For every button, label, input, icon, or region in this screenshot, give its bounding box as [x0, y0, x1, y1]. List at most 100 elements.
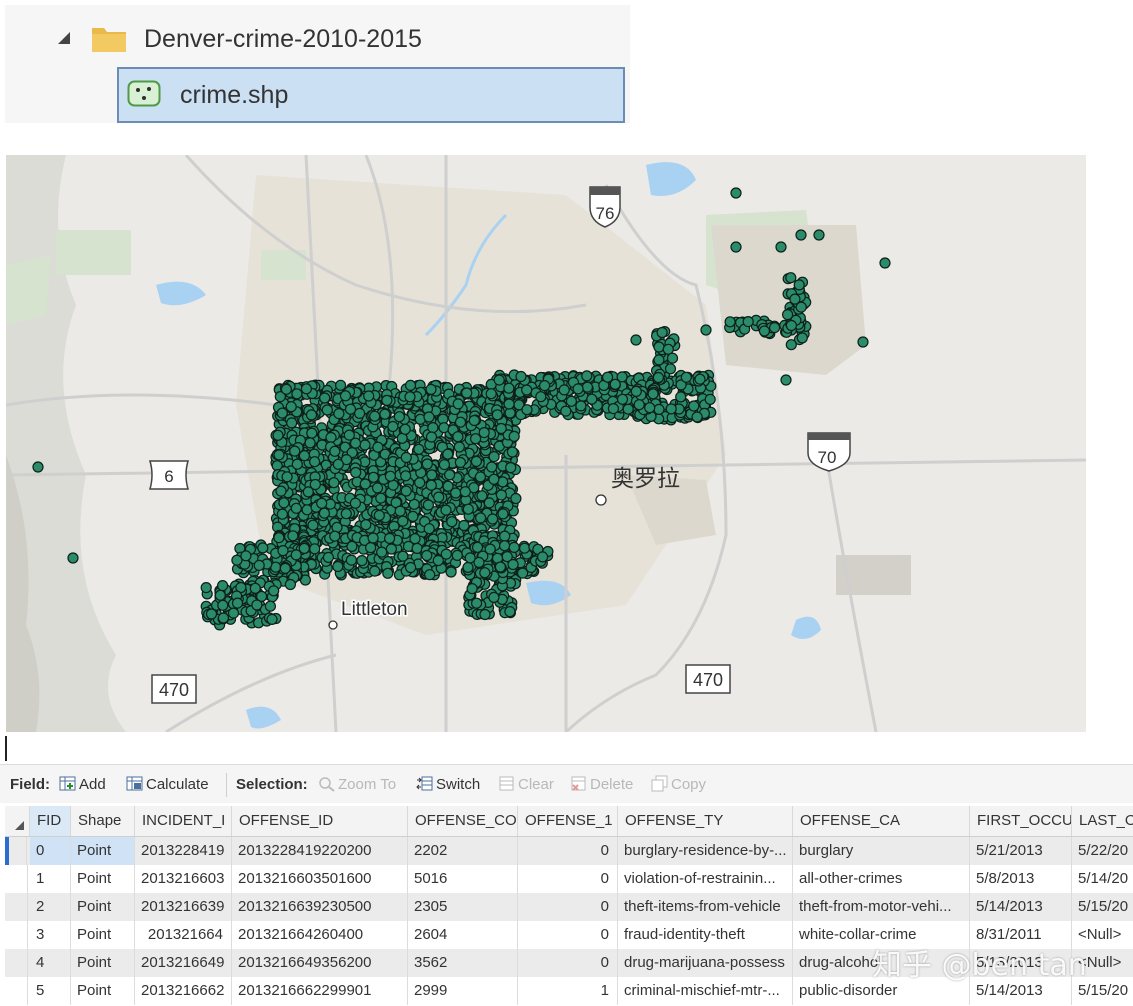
- crime-point[interactable]: [691, 411, 703, 423]
- crime-point[interactable]: [515, 370, 527, 383]
- cell-first-occurrence[interactable]: 5/8/2013: [970, 865, 1072, 893]
- cell-offense-type[interactable]: criminal-mischief-mtr-...: [618, 977, 793, 1005]
- crime-point[interactable]: [273, 449, 285, 461]
- column-header-last-occurrence[interactable]: LAST_O: [1072, 806, 1133, 836]
- crime-point[interactable]: [485, 388, 497, 400]
- crime-point[interactable]: [251, 599, 263, 611]
- crime-point[interactable]: [700, 324, 712, 336]
- crime-point[interactable]: [495, 422, 507, 435]
- cell-offense-1[interactable]: 0: [518, 949, 618, 977]
- crime-point[interactable]: [394, 505, 406, 517]
- cell-offense-1[interactable]: 1: [518, 977, 618, 1005]
- crime-point[interactable]: [363, 390, 375, 402]
- crime-point[interactable]: [730, 187, 742, 199]
- crime-point[interactable]: [365, 542, 377, 554]
- crime-point[interactable]: [284, 578, 296, 591]
- crime-point[interactable]: [785, 339, 797, 351]
- cell-offense-id[interactable]: 2013216649356200: [232, 949, 408, 977]
- delete-button[interactable]: Delete: [570, 775, 633, 795]
- cell-offense-id[interactable]: 2013216639230500: [232, 893, 408, 921]
- crime-point[interactable]: [316, 497, 328, 509]
- cell-offense-type[interactable]: burglary-residence-by-...: [618, 837, 793, 865]
- crime-point[interactable]: [425, 479, 437, 491]
- crime-point[interactable]: [499, 530, 511, 542]
- crime-point[interactable]: [423, 411, 435, 423]
- cell-offense-type[interactable]: fraud-identity-theft: [618, 921, 793, 949]
- crime-point[interactable]: [339, 390, 352, 402]
- zoom-to-button[interactable]: Zoom To: [318, 775, 396, 795]
- crime-point[interactable]: [471, 541, 484, 553]
- cell-offense-id[interactable]: 2013216603501600: [232, 865, 408, 893]
- crime-point[interactable]: [474, 471, 486, 483]
- crime-point[interactable]: [214, 589, 226, 601]
- copy-button[interactable]: Copy: [651, 775, 706, 795]
- crime-point[interactable]: [356, 555, 368, 567]
- crime-point[interactable]: [479, 567, 491, 579]
- column-header-shape[interactable]: Shape: [71, 806, 135, 836]
- cell-offense-code[interactable]: 2305: [408, 893, 518, 921]
- crime-point[interactable]: [768, 322, 781, 334]
- crime-point[interactable]: [309, 543, 321, 555]
- crime-point[interactable]: [381, 394, 393, 406]
- cell-offense-id[interactable]: 2013228419220200: [232, 837, 408, 865]
- crime-point[interactable]: [423, 523, 435, 535]
- crime-point[interactable]: [488, 473, 500, 485]
- cell-fid[interactable]: 3: [30, 921, 71, 949]
- crime-point[interactable]: [581, 381, 594, 393]
- crime-point[interactable]: [399, 423, 411, 435]
- crime-point[interactable]: [384, 470, 396, 482]
- crime-point[interactable]: [231, 597, 244, 609]
- crime-point[interactable]: [67, 552, 79, 564]
- column-header-offense-id[interactable]: OFFENSE_ID: [232, 806, 408, 836]
- crime-point[interactable]: [205, 608, 218, 620]
- crime-point[interactable]: [452, 398, 464, 410]
- cell-incident-id[interactable]: 2013216662: [135, 977, 232, 1005]
- crime-point[interactable]: [796, 332, 808, 344]
- cell-incident-id[interactable]: 2013228419: [135, 837, 232, 865]
- select-all-corner[interactable]: [5, 806, 30, 836]
- crime-point[interactable]: [505, 462, 517, 474]
- cell-fid[interactable]: 1: [30, 865, 71, 893]
- crime-point[interactable]: [266, 613, 278, 625]
- crime-point[interactable]: [405, 561, 417, 574]
- crime-point[interactable]: [504, 606, 516, 618]
- crime-point[interactable]: [653, 403, 665, 415]
- crime-point[interactable]: [332, 560, 344, 573]
- column-header-first-occurrence[interactable]: FIRST_OCCU: [970, 806, 1072, 836]
- crime-point[interactable]: [633, 399, 645, 411]
- crime-point[interactable]: [384, 532, 396, 544]
- row-header[interactable]: [5, 837, 27, 865]
- cell-offense-category[interactable]: theft-from-motor-vehi...: [793, 893, 970, 921]
- cell-fid[interactable]: 5: [30, 977, 71, 1005]
- crime-point[interactable]: [411, 542, 423, 554]
- crime-point[interactable]: [272, 429, 284, 441]
- crime-point[interactable]: [382, 567, 394, 579]
- tree-folder-row[interactable]: Denver-crime-2010-2015: [5, 19, 630, 59]
- crime-point[interactable]: [793, 279, 805, 291]
- crime-point[interactable]: [359, 439, 371, 451]
- crime-point[interactable]: [329, 445, 341, 457]
- crime-point[interactable]: [426, 469, 438, 481]
- crime-point[interactable]: [440, 504, 452, 516]
- crime-point[interactable]: [217, 599, 229, 611]
- tree-shapefile-row[interactable]: crime.shp: [117, 67, 625, 123]
- crime-point[interactable]: [521, 404, 533, 416]
- cell-offense-type[interactable]: violation-of-restrainin...: [618, 865, 793, 893]
- crime-point[interactable]: [780, 374, 792, 386]
- crime-point[interactable]: [785, 319, 798, 332]
- cell-incident-id[interactable]: 2013216649: [135, 949, 232, 977]
- crime-point[interactable]: [306, 427, 318, 439]
- crime-point[interactable]: [304, 437, 316, 449]
- crime-point[interactable]: [461, 387, 473, 399]
- cell-incident-id[interactable]: 2013216603: [135, 865, 232, 893]
- crime-point[interactable]: [475, 512, 487, 524]
- crime-point[interactable]: [675, 391, 687, 403]
- crime-point[interactable]: [503, 398, 515, 410]
- crime-point[interactable]: [217, 612, 229, 624]
- crime-point[interactable]: [575, 400, 587, 412]
- crime-point[interactable]: [421, 549, 433, 562]
- crime-point[interactable]: [653, 354, 665, 366]
- crime-point[interactable]: [404, 391, 416, 403]
- crime-point[interactable]: [497, 508, 509, 520]
- crime-point[interactable]: [652, 371, 665, 384]
